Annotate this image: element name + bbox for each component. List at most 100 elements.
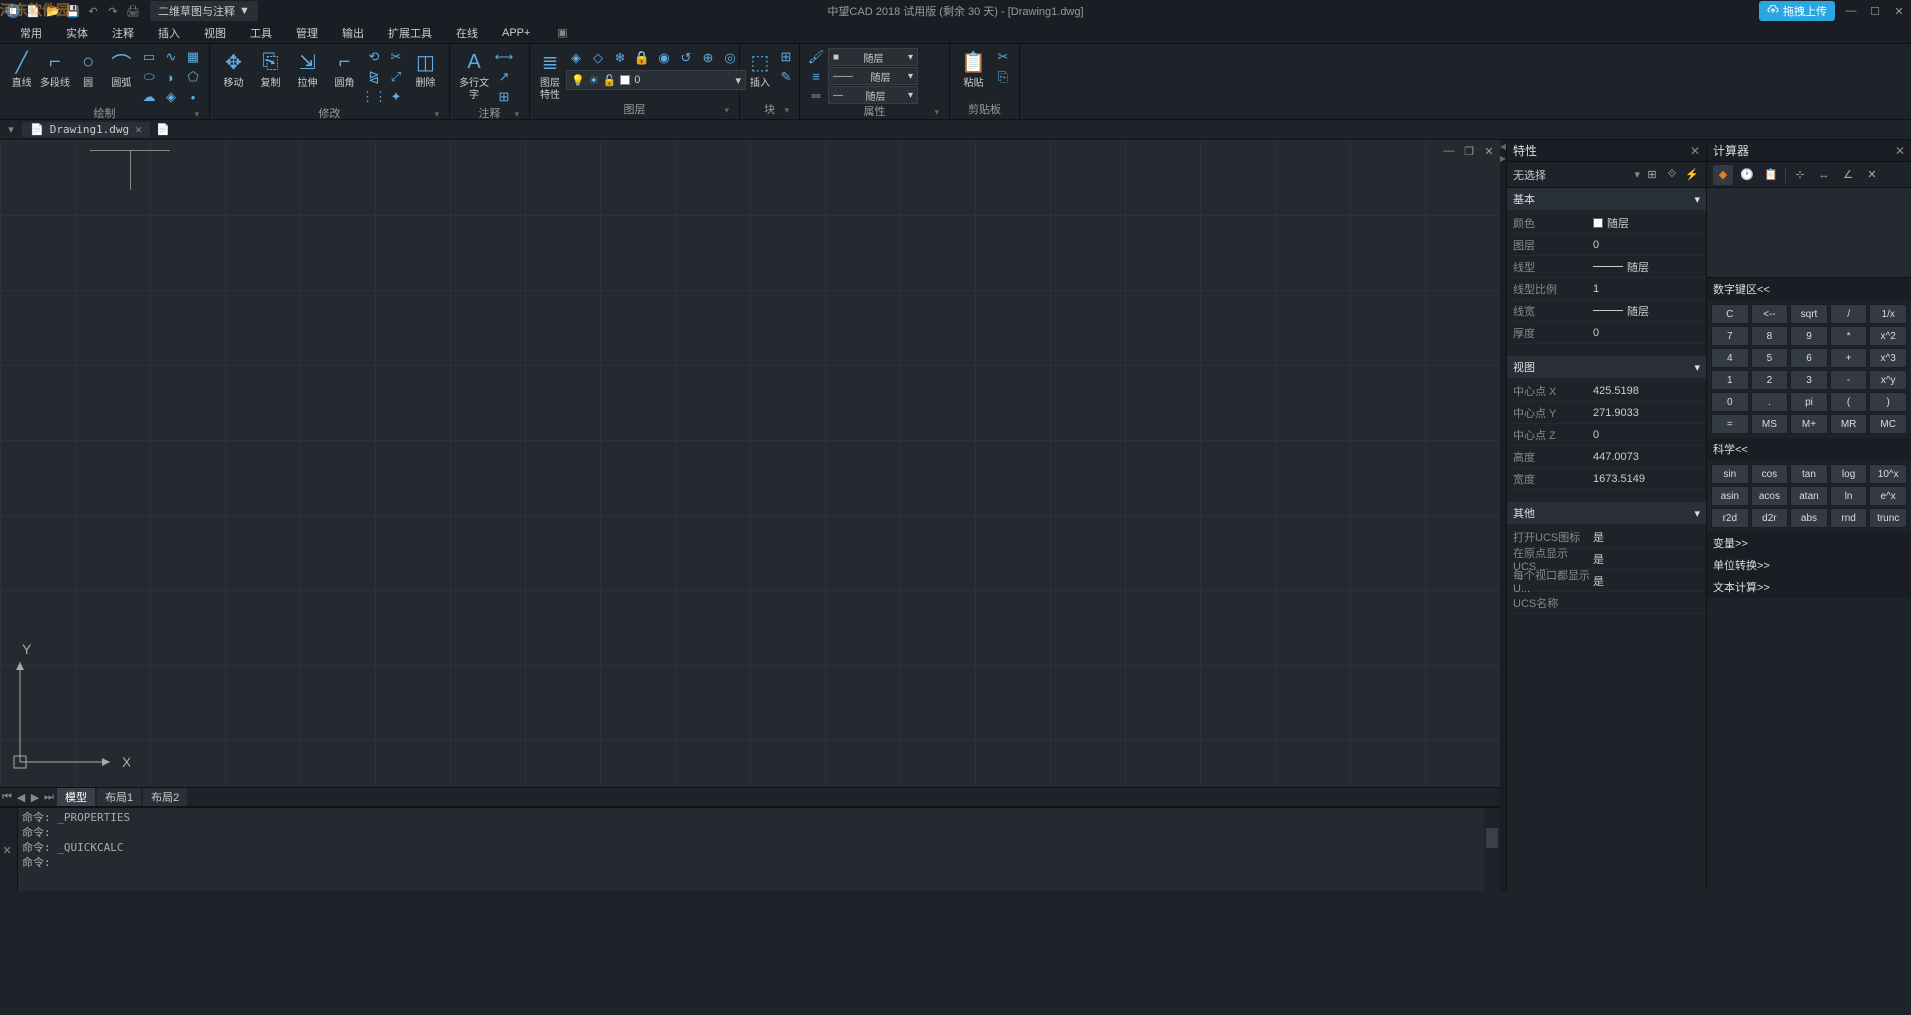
- mtext-button[interactable]: A多行文字: [456, 46, 492, 102]
- prop-value[interactable]: 425.5198: [1593, 385, 1706, 397]
- calc-key-10x[interactable]: 10^x: [1869, 464, 1907, 484]
- prop-row[interactable]: 宽度1673.5149: [1507, 468, 1706, 490]
- calc-key-[interactable]: *: [1830, 326, 1868, 346]
- fillet-button[interactable]: ⌐圆角: [327, 46, 362, 102]
- layer-combo[interactable]: 💡 ☀ 🔓 0 ▾: [566, 70, 746, 90]
- polyline-button[interactable]: ⌐多段线: [39, 46, 70, 102]
- calc-key-d2r[interactable]: d2r: [1751, 508, 1789, 528]
- calc-history-icon[interactable]: 🕐: [1737, 165, 1757, 185]
- layer-walk-icon[interactable]: ⊕: [698, 49, 718, 67]
- layer-lock-icon[interactable]: 🔒: [632, 49, 652, 67]
- lineweight-icon[interactable]: ═: [806, 86, 826, 104]
- cloud-upload-button[interactable]: 拖拽上传: [1759, 1, 1835, 21]
- app-menu[interactable]: [4, 2, 22, 20]
- ribbon-toggle-icon[interactable]: ▣: [552, 23, 572, 43]
- layer-props-button[interactable]: ≣图层特性: [536, 46, 564, 102]
- calc-key-[interactable]: ): [1869, 392, 1907, 412]
- point-icon[interactable]: •: [183, 88, 203, 106]
- calc-key-asin[interactable]: asin: [1711, 486, 1749, 506]
- calc-key-tan[interactable]: tan: [1790, 464, 1828, 484]
- minimize-button[interactable]: —: [1843, 3, 1859, 19]
- layer-freeze-icon[interactable]: ❄: [610, 49, 630, 67]
- prop-section-header[interactable]: 基本▾: [1507, 188, 1706, 210]
- menu-view[interactable]: 视图: [194, 23, 236, 43]
- calc-key-trunc[interactable]: trunc: [1869, 508, 1907, 528]
- menu-manage[interactable]: 管理: [286, 23, 328, 43]
- command-line[interactable]: ✕ 命令: _PROPERTIES 命令: 命令: _QUICKCALC 命令:: [0, 807, 1500, 891]
- calc-key-rnd[interactable]: rnd: [1830, 508, 1868, 528]
- doc-minimize-icon[interactable]: —: [1442, 144, 1456, 158]
- erase-button[interactable]: ◫删除: [408, 46, 443, 102]
- circle-button[interactable]: ○圆: [73, 46, 104, 102]
- close-icon[interactable]: ✕: [135, 123, 142, 136]
- select-icon[interactable]: ⟐: [1664, 167, 1680, 183]
- arc-button[interactable]: ⌒圆弧: [106, 46, 137, 102]
- menu-express[interactable]: 扩展工具: [378, 23, 442, 43]
- line-button[interactable]: ╱直线: [6, 46, 37, 102]
- calc-key-5[interactable]: 5: [1751, 348, 1789, 368]
- color-combo[interactable]: ■ 随层▾: [828, 48, 918, 66]
- matchprop-icon[interactable]: 🖌: [806, 48, 826, 66]
- panel-expand-icon[interactable]: ▾: [514, 106, 519, 122]
- menu-annotate[interactable]: 注释: [102, 23, 144, 43]
- calc-clear-icon[interactable]: ◆: [1713, 165, 1733, 185]
- pickadd-icon[interactable]: ⊞: [1644, 167, 1660, 183]
- prop-row[interactable]: 图层0: [1507, 234, 1706, 256]
- close-button[interactable]: ✕: [1891, 3, 1907, 19]
- insert-block-button[interactable]: ⬚插入: [746, 46, 774, 102]
- hatch-icon[interactable]: ▦: [183, 48, 203, 66]
- close-icon[interactable]: ✕: [1690, 144, 1700, 158]
- calc-key-[interactable]: /: [1830, 304, 1868, 324]
- prop-row[interactable]: 每个视口都显示 U...是: [1507, 570, 1706, 592]
- stretch-button[interactable]: ⇲拉伸: [290, 46, 325, 102]
- qat-new-icon[interactable]: 📄: [24, 2, 42, 20]
- copy-button[interactable]: ⎘复制: [253, 46, 288, 102]
- layout-last-icon[interactable]: ⏭: [42, 789, 56, 805]
- prop-row[interactable]: UCS名称: [1507, 592, 1706, 614]
- rotate-icon[interactable]: ⟲: [364, 48, 384, 66]
- calc-key-[interactable]: (: [1830, 392, 1868, 412]
- calc-key-MR[interactable]: MR: [1830, 414, 1868, 434]
- calc-getpoint-icon[interactable]: ⊹: [1790, 165, 1810, 185]
- calc-key-6[interactable]: 6: [1790, 348, 1828, 368]
- doc-restore-icon[interactable]: ❐: [1462, 144, 1476, 158]
- qat-open-icon[interactable]: 📂: [44, 2, 62, 20]
- layer-iso-icon[interactable]: ◈: [566, 49, 586, 67]
- calc-dist-icon[interactable]: ↔: [1814, 165, 1834, 185]
- array-icon[interactable]: ⋮⋮: [364, 88, 384, 106]
- prop-row[interactable]: 线型随层: [1507, 256, 1706, 278]
- workspace-selector[interactable]: 二维草图与注释 ▼: [150, 1, 258, 21]
- prop-value[interactable]: 447.0073: [1593, 451, 1706, 463]
- calc-key-9[interactable]: 9: [1790, 326, 1828, 346]
- calc-key-8[interactable]: 8: [1751, 326, 1789, 346]
- calc-key-1[interactable]: 1: [1711, 370, 1749, 390]
- cmdline-close-icon[interactable]: ✕: [3, 844, 15, 856]
- calc-display[interactable]: [1707, 188, 1911, 278]
- rect-icon[interactable]: ▭: [139, 48, 159, 66]
- menu-insert[interactable]: 插入: [148, 23, 190, 43]
- qat-print-icon[interactable]: 🖨: [124, 2, 142, 20]
- calc-key-log[interactable]: log: [1830, 464, 1868, 484]
- calc-key-ln[interactable]: ln: [1830, 486, 1868, 506]
- calc-key-ex[interactable]: e^x: [1869, 486, 1907, 506]
- leader-icon[interactable]: ↗: [494, 68, 514, 86]
- qat-undo-icon[interactable]: ↶: [84, 2, 102, 20]
- layer-off-icon[interactable]: ◇: [588, 49, 608, 67]
- calc-key-M[interactable]: M+: [1790, 414, 1828, 434]
- calc-key-3[interactable]: 3: [1790, 370, 1828, 390]
- calc-key-MS[interactable]: MS: [1751, 414, 1789, 434]
- dim-linear-icon[interactable]: ⟷: [494, 48, 514, 66]
- region-icon[interactable]: ◈: [161, 88, 181, 106]
- calc-key-cos[interactable]: cos: [1751, 464, 1789, 484]
- layer-prev-icon[interactable]: ↺: [676, 49, 696, 67]
- prop-section-header[interactable]: 其他▾: [1507, 502, 1706, 524]
- cmdline-scrollbar[interactable]: [1484, 808, 1500, 891]
- calc-sci-header[interactable]: 科学<<: [1707, 438, 1911, 460]
- menu-online[interactable]: 在线: [446, 23, 488, 43]
- calc-paste-icon[interactable]: 📋: [1761, 165, 1781, 185]
- calc-vars-header[interactable]: 变量>>: [1707, 532, 1911, 554]
- layer-state-icon[interactable]: ◎: [720, 49, 740, 67]
- drawing-canvas[interactable]: — ❐ ✕ X Y: [0, 140, 1500, 787]
- paste-button[interactable]: 📋粘贴: [956, 46, 991, 102]
- panel-expand-icon[interactable]: ▾: [434, 106, 439, 122]
